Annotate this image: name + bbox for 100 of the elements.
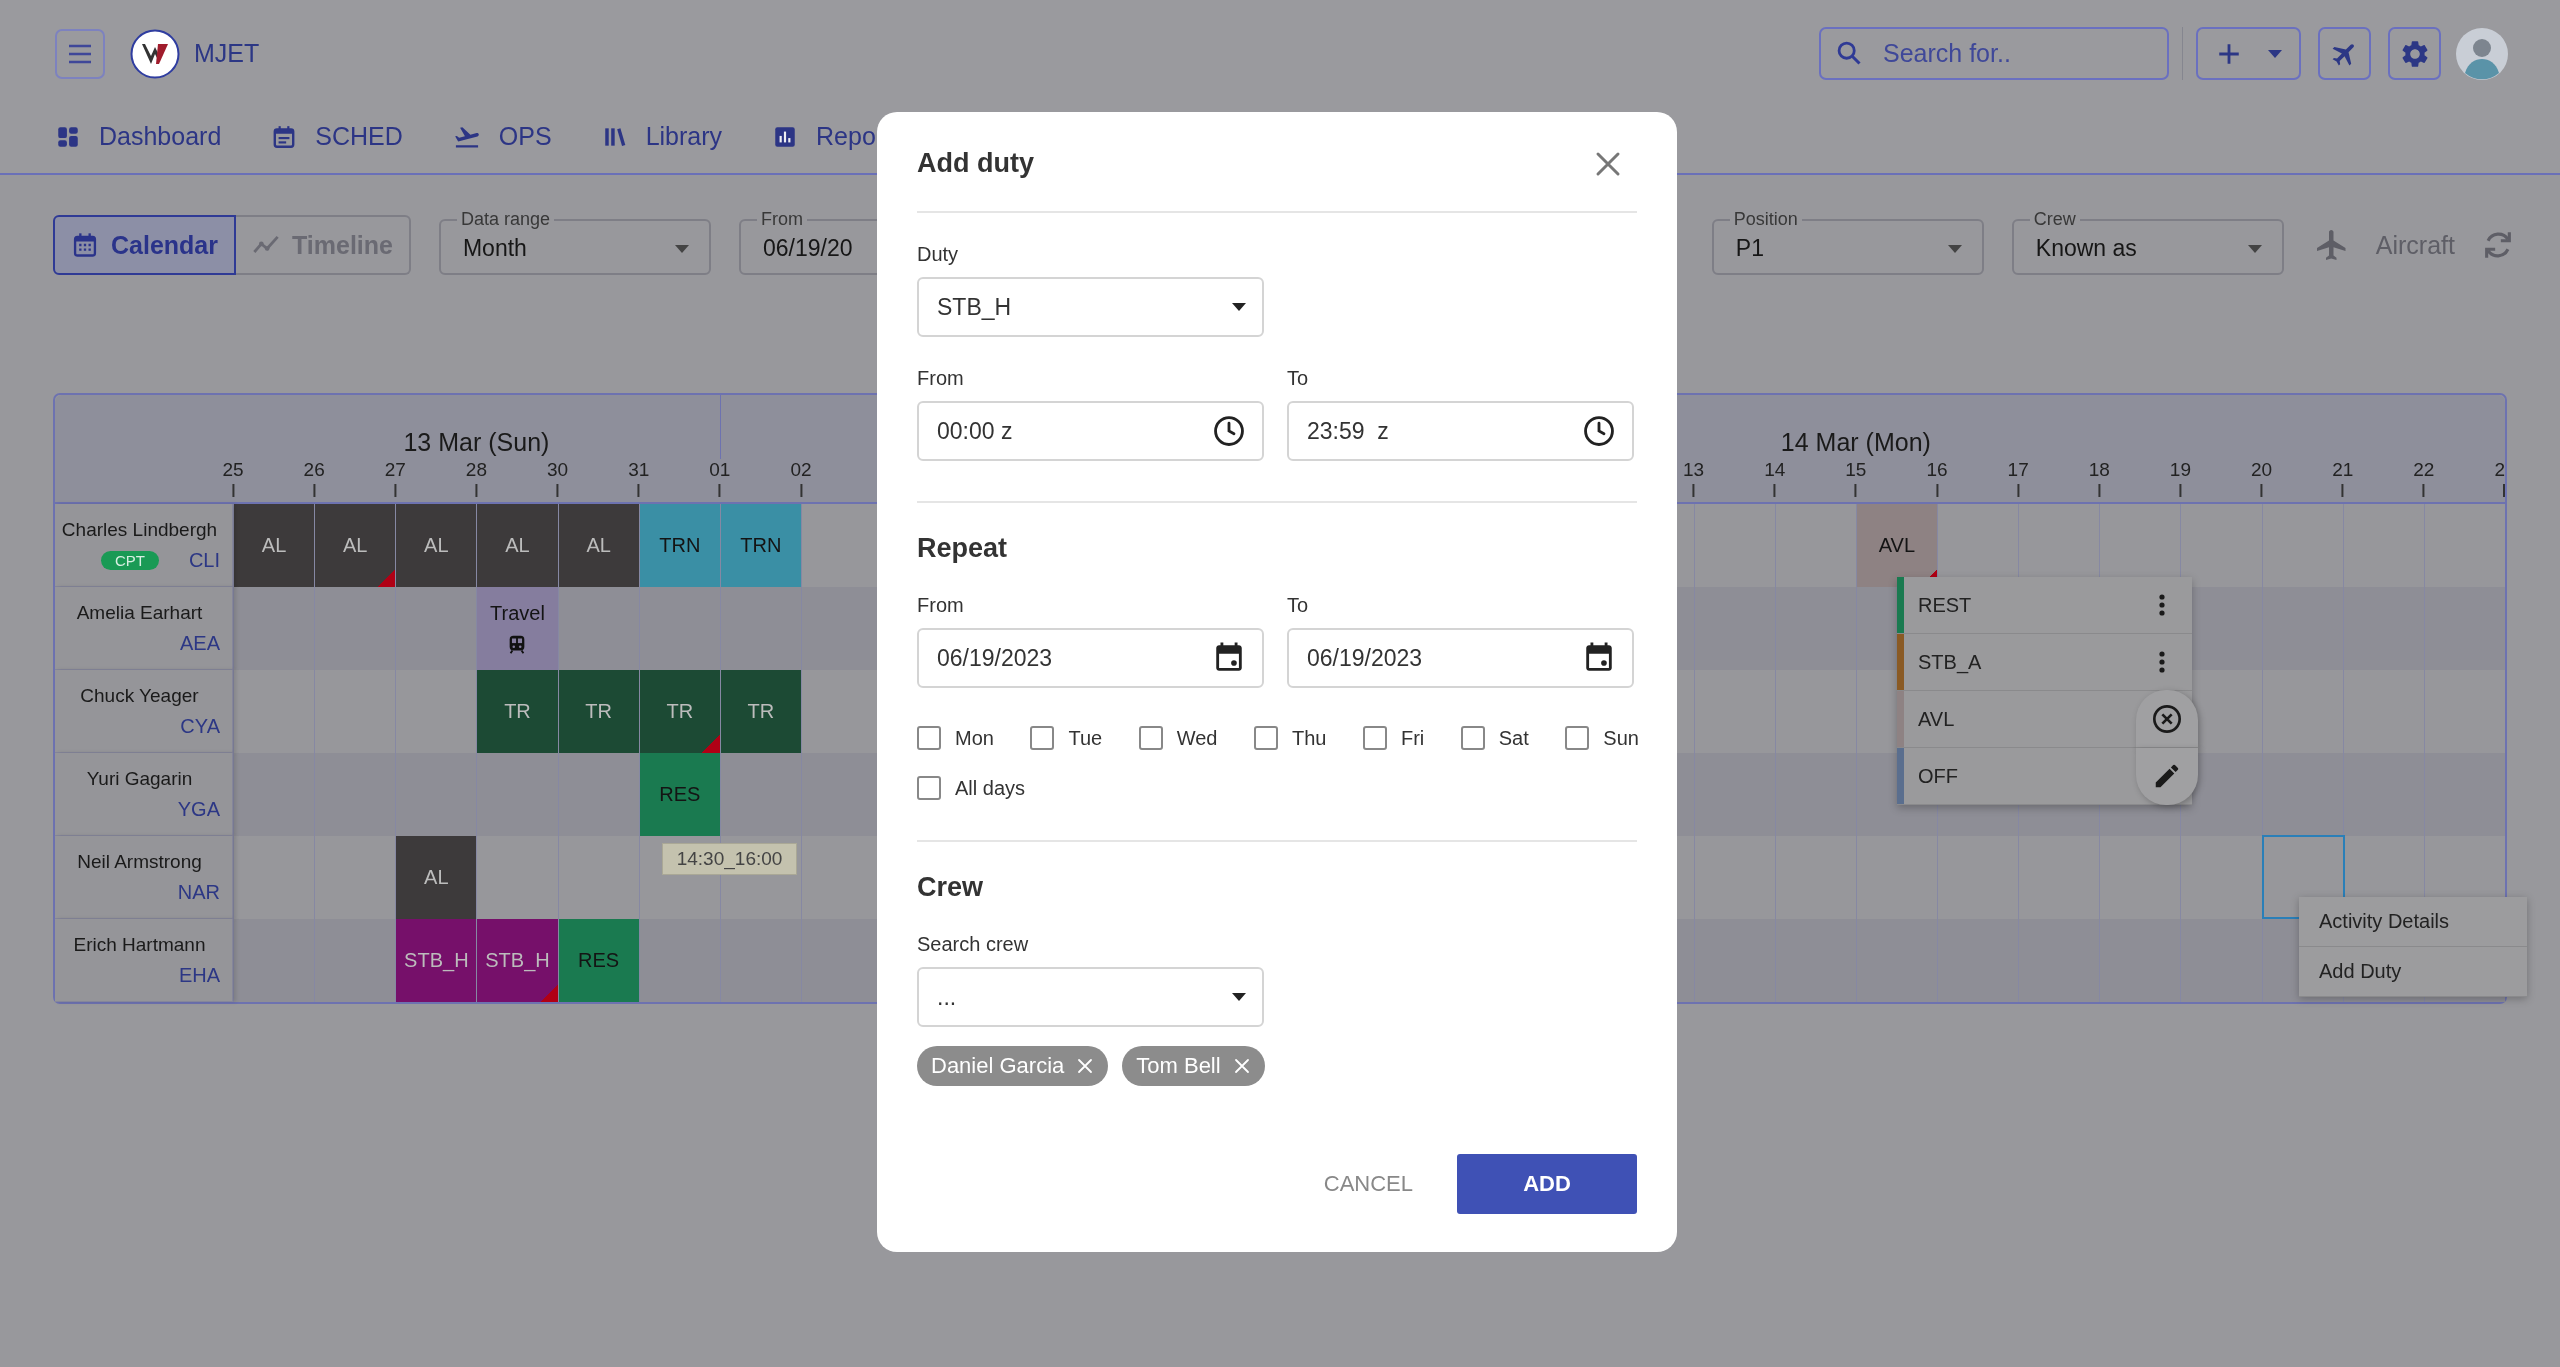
crew-name: Yuri Gagarin xyxy=(85,767,194,790)
app-name: MJET xyxy=(194,39,260,68)
nav-tab[interactable]: Dashboard xyxy=(55,122,222,151)
duty-block[interactable]: TR xyxy=(639,670,720,753)
add-dropdown-button[interactable] xyxy=(2196,27,2301,80)
close-circle-icon xyxy=(2151,702,2183,735)
duty-block[interactable]: TRN xyxy=(639,504,720,587)
duty-block[interactable]: AL xyxy=(315,504,396,587)
caret-icon xyxy=(2267,49,2282,58)
crew-name: Charles Lindbergh xyxy=(60,518,219,541)
day-checkbox[interactable]: Mon xyxy=(917,726,994,750)
time-field[interactable]: 23:59 z xyxy=(1287,401,1634,461)
duty-block[interactable]: AL xyxy=(396,836,477,919)
crew-code: CLI xyxy=(188,548,220,572)
field-label: To xyxy=(1287,367,1310,390)
duty-option[interactable]: OFF xyxy=(1897,748,2192,805)
cancel-button[interactable]: CANCEL xyxy=(1323,1161,1413,1207)
settings-button[interactable] xyxy=(2388,27,2441,80)
plane-button[interactable] xyxy=(2318,27,2371,80)
date-field[interactable]: 06/19/2023 xyxy=(1287,628,1634,688)
hour-label: 15 xyxy=(1845,459,1867,481)
crew-search-select[interactable]: ... xyxy=(917,967,1264,1027)
day-label: 13 Mar (Sun) xyxy=(403,428,550,458)
duty-block[interactable]: RES xyxy=(558,919,639,1002)
crew-code: CYA xyxy=(180,714,220,738)
day-checkbox[interactable]: Sat xyxy=(1460,726,1529,750)
duty-block[interactable]: AL xyxy=(396,504,477,587)
duty-block[interactable]: AL xyxy=(558,504,639,587)
view-toggle[interactable]: Calendar xyxy=(53,215,236,275)
hour-label: 25 xyxy=(222,459,244,481)
remove-action-menu[interactable] xyxy=(2136,690,2198,748)
hour-label: 01 xyxy=(709,459,731,481)
caret-icon xyxy=(674,244,689,253)
duty-block[interactable]: AL xyxy=(234,504,315,587)
context-menu-item[interactable]: Activity Details xyxy=(2299,897,2527,947)
all-days-checkbox[interactable]: All days xyxy=(917,776,1026,800)
duty-label: TR xyxy=(747,700,775,723)
duty-label: AL xyxy=(424,534,449,557)
remove-icon[interactable] xyxy=(1232,1057,1251,1075)
hour-label: 2 xyxy=(2494,459,2505,481)
nav-tab[interactable]: Repo xyxy=(772,122,876,151)
kebab-icon[interactable] xyxy=(2158,593,2166,617)
hour-label: 02 xyxy=(790,459,812,481)
duty-block[interactable]: TR xyxy=(477,670,558,753)
duty-block[interactable]: TR xyxy=(558,670,639,753)
avatar-icon[interactable] xyxy=(2456,27,2508,80)
day-checkbox[interactable]: Thu xyxy=(1253,726,1327,750)
date-field[interactable]: 06/19/2023 xyxy=(917,628,1264,688)
dropdown-select[interactable]: Position P1 xyxy=(1711,209,1984,275)
duty-option[interactable]: AVL xyxy=(1897,691,2192,748)
nav-tab[interactable]: Library xyxy=(601,122,723,151)
chip-label: Tom Bell xyxy=(1136,1053,1221,1079)
duty-block[interactable]: STB_H xyxy=(477,919,558,1002)
duty-label: AL xyxy=(505,534,530,557)
day-checkbox[interactable]: Wed xyxy=(1138,726,1218,750)
hour-label: 28 xyxy=(465,459,487,481)
menu-icon xyxy=(67,42,93,65)
day-checkbox[interactable]: Tue xyxy=(1030,726,1103,750)
hour-label: 13 xyxy=(1683,459,1705,481)
crew-name: Neil Armstrong xyxy=(76,850,203,873)
duty-block[interactable]: AVL xyxy=(1856,504,1937,587)
hour-label: 27 xyxy=(384,459,406,481)
day-checkbox[interactable]: Fri xyxy=(1362,726,1425,750)
time-field[interactable]: 00:00 z xyxy=(917,401,1264,461)
crew-code: NAR xyxy=(177,880,220,904)
duty-label: AVL xyxy=(1878,534,1916,557)
logo-icon xyxy=(130,28,180,79)
nav-tab[interactable]: SCHED xyxy=(271,122,403,151)
duty-block[interactable]: AL xyxy=(477,504,558,587)
dialog-title: Add duty xyxy=(917,148,1034,179)
duty-block[interactable]: Travel xyxy=(477,587,558,670)
duty-option-label: OFF xyxy=(1917,764,1958,788)
hour-label: 17 xyxy=(2007,459,2029,481)
search-field[interactable]: Search for.. xyxy=(1819,27,2169,80)
duty-block[interactable]: TRN xyxy=(720,504,801,587)
day-label: 14 Mar (Mon) xyxy=(1780,428,1931,458)
duty-label: AL xyxy=(342,534,368,557)
remove-icon[interactable] xyxy=(1076,1057,1095,1075)
clock-icon[interactable] xyxy=(1582,414,1616,448)
duty-option[interactable]: REST xyxy=(1897,577,2192,634)
dropdown-select[interactable]: Crew Known as xyxy=(2011,209,2284,275)
duty-label: TR xyxy=(666,700,694,723)
hour-label: 19 xyxy=(2169,459,2191,481)
day-checkbox[interactable]: Sun xyxy=(1565,726,1639,750)
kebab-icon[interactable] xyxy=(2158,650,2166,674)
menu-button[interactable] xyxy=(55,28,105,79)
duty-block[interactable]: TR xyxy=(720,670,801,753)
context-menu-item[interactable]: Add Duty xyxy=(2299,947,2527,997)
add-button[interactable]: ADD xyxy=(1457,1154,1637,1214)
field-label: To xyxy=(1287,594,1310,617)
duty-select[interactable]: STB_H xyxy=(917,277,1264,337)
duty-option[interactable]: STB_A xyxy=(1897,634,2192,691)
duty-block[interactable]: STB_H xyxy=(396,919,477,1002)
dropdown-select[interactable]: Data range Month xyxy=(438,209,711,275)
clock-icon[interactable] xyxy=(1212,414,1246,448)
hour-label: 14 xyxy=(1764,459,1786,481)
duty-label: Travel xyxy=(490,602,545,625)
duty-label: TRN xyxy=(740,534,782,557)
nav-tab[interactable]: OPS xyxy=(452,122,552,151)
edit-action-menu[interactable] xyxy=(2136,747,2198,805)
